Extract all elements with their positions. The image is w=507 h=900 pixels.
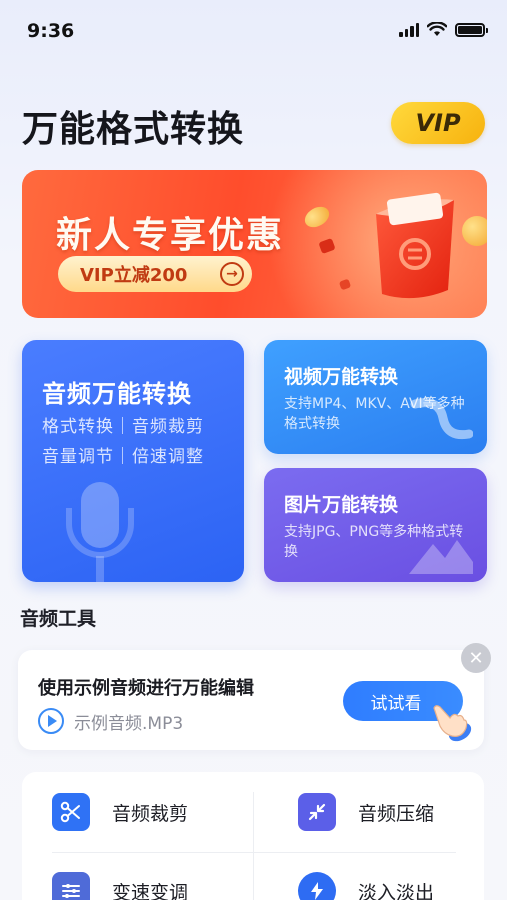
play-icon[interactable]: [38, 708, 64, 734]
fade-icon: [298, 872, 336, 900]
grid-divider: [52, 852, 456, 853]
signal-icon: [399, 22, 419, 37]
mountain-icon: [409, 540, 473, 574]
status-icons: [399, 22, 488, 37]
grid-divider: [253, 792, 254, 900]
arrow-right-icon: →: [220, 262, 244, 286]
tool-label: 音频压缩: [358, 802, 435, 825]
audio-converter-line1: 格式转换｜音频裁剪: [42, 417, 204, 437]
banner-title: 新人专享优惠: [56, 215, 285, 256]
video-wave-icon: [410, 398, 473, 440]
tool-audio-compress[interactable]: 音频压缩: [298, 793, 434, 831]
speed-icon: [52, 872, 90, 900]
status-time: 9:36: [27, 20, 75, 42]
sample-file-row[interactable]: 示例音频.MP3: [38, 708, 183, 734]
tool-label: 淡入淡出: [358, 881, 435, 900]
tool-label: 变速变调: [112, 881, 189, 900]
status-bar: 9:36: [0, 0, 507, 62]
vip-discount-label: VIP立减200: [80, 265, 188, 286]
tool-label: 音频裁剪: [112, 802, 189, 825]
image-converter-title: 图片万能转换: [284, 494, 399, 516]
wifi-icon: [427, 22, 447, 36]
video-converter-card[interactable]: 视频万能转换 支持MP4、MKV、AVI等多种格式转换: [264, 340, 487, 454]
pointing-hand-icon: [433, 705, 472, 742]
tool-speed-pitch[interactable]: 变速变调: [52, 872, 188, 900]
vip-button[interactable]: VIP: [391, 102, 485, 144]
scissors-icon: [52, 793, 90, 831]
audio-converter-title: 音频万能转换: [42, 380, 192, 408]
sample-file-name: 示例音频.MP3: [74, 713, 184, 734]
compress-icon: [298, 793, 336, 831]
video-converter-title: 视频万能转换: [284, 366, 399, 388]
sample-card-title: 使用示例音频进行万能编辑: [38, 678, 254, 699]
tool-fade-in-out[interactable]: 淡入淡出: [298, 872, 434, 900]
close-icon[interactable]: ✕: [461, 643, 491, 673]
section-title-audio-tools: 音频工具: [20, 608, 97, 630]
red-cup-icon: [376, 192, 454, 299]
image-converter-card[interactable]: 图片万能转换 支持JPG、PNG等多种格式转换: [264, 468, 487, 582]
promo-banner[interactable]: 新人专享优惠 VIP立减200 →: [22, 170, 487, 318]
audio-tools-grid: 音频裁剪 音频压缩 变速变调 淡入淡出: [22, 772, 484, 900]
tool-audio-trim[interactable]: 音频裁剪: [52, 793, 188, 831]
vip-discount-button[interactable]: VIP立减200 →: [58, 256, 252, 292]
page-title: 万能格式转换: [22, 109, 245, 150]
sample-audio-card[interactable]: 使用示例音频进行万能编辑 示例音频.MP3 试试看: [18, 650, 484, 750]
audio-converter-line2: 音量调节｜倍速调整: [42, 447, 204, 467]
audio-converter-card[interactable]: 音频万能转换 格式转换｜音频裁剪 音量调节｜倍速调整: [22, 340, 244, 582]
battery-icon: [455, 22, 488, 37]
coin-icon: [462, 216, 487, 246]
